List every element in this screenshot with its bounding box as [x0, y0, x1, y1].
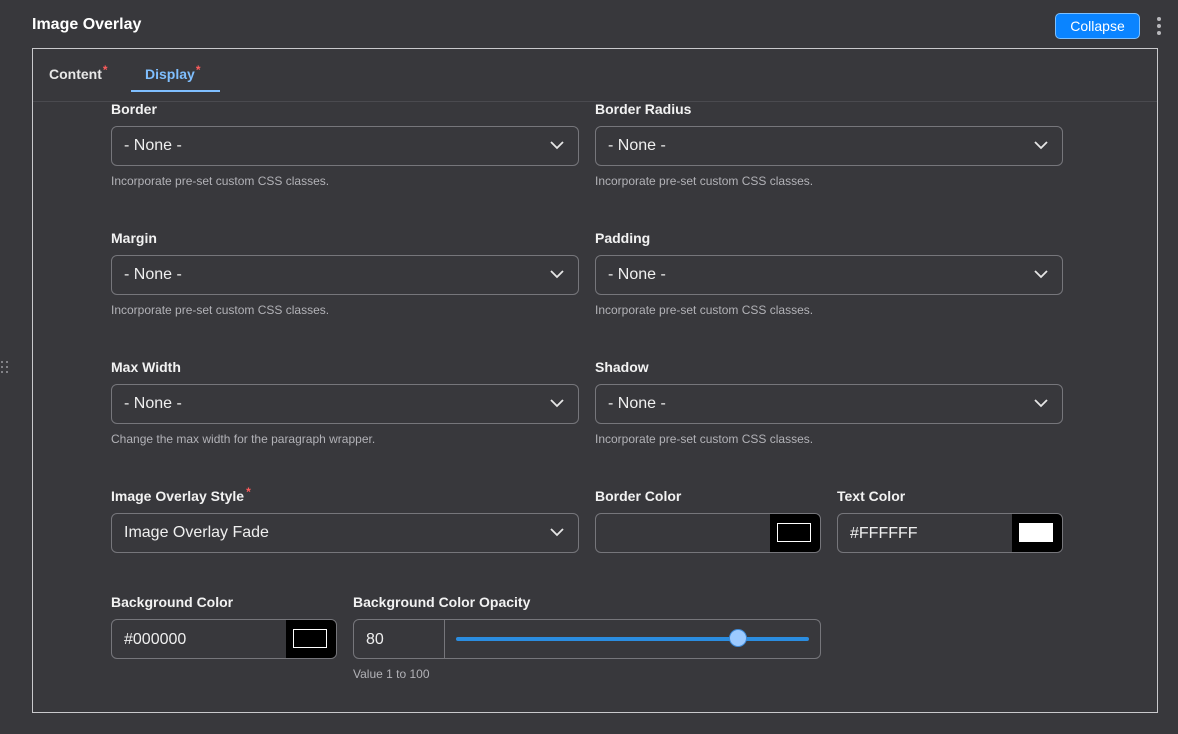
settings-panel: Content* Display* Border - None - Incorp…	[32, 48, 1158, 713]
text-color-swatch	[1019, 523, 1053, 542]
bg-opacity-help: Value 1 to 100	[353, 667, 430, 681]
chevron-down-icon	[1034, 141, 1048, 150]
overlay-style-label: Image Overlay Style *	[111, 485, 251, 504]
margin-help: Incorporate pre-set custom CSS classes.	[111, 303, 330, 317]
border-color-field[interactable]	[595, 513, 821, 553]
more-options-icon[interactable]	[1155, 17, 1163, 35]
chevron-down-icon	[1034, 399, 1048, 408]
border-color-label: Border Color	[595, 488, 682, 504]
border-color-swatch	[777, 523, 811, 542]
text-color-value[interactable]: #FFFFFF	[850, 525, 918, 543]
chevron-down-icon	[550, 270, 564, 279]
max-width-select[interactable]: - None -	[111, 384, 579, 424]
tab-display[interactable]: Display*	[145, 63, 200, 82]
border-color-swatch-button[interactable]	[770, 514, 820, 552]
tab-bar: Content* Display*	[33, 49, 1157, 102]
border-label: Border	[111, 101, 157, 117]
padding-label: Padding	[595, 230, 651, 246]
tab-content[interactable]: Content*	[49, 63, 108, 82]
padding-select[interactable]: - None -	[595, 255, 1063, 295]
padding-help: Incorporate pre-set custom CSS classes.	[595, 303, 814, 317]
background-color-swatch	[293, 629, 327, 648]
chevron-down-icon	[1034, 270, 1048, 279]
shadow-select[interactable]: - None -	[595, 384, 1063, 424]
border-help: Incorporate pre-set custom CSS classes.	[111, 174, 330, 188]
bg-opacity-control: 80	[353, 619, 821, 659]
chevron-down-icon	[550, 399, 564, 408]
shadow-help: Incorporate pre-set custom CSS classes.	[595, 432, 814, 446]
collapse-button[interactable]: Collapse	[1055, 13, 1140, 39]
text-color-field[interactable]: #FFFFFF	[837, 513, 1063, 553]
bg-opacity-slider-thumb[interactable]	[728, 629, 747, 647]
border-radius-label: Border Radius	[595, 101, 692, 117]
drag-handle-icon[interactable]	[0, 359, 10, 377]
text-color-label: Text Color	[837, 488, 906, 504]
bg-opacity-slider-track[interactable]	[456, 637, 809, 641]
bg-opacity-input[interactable]: 80	[354, 620, 445, 658]
chevron-down-icon	[550, 528, 564, 537]
active-tab-indicator	[131, 90, 220, 92]
border-radius-help: Incorporate pre-set custom CSS classes.	[595, 174, 814, 188]
overlay-style-select[interactable]: Image Overlay Fade	[111, 513, 579, 553]
background-color-field[interactable]: #000000	[111, 619, 337, 659]
chevron-down-icon	[550, 141, 564, 150]
text-color-swatch-button[interactable]	[1012, 514, 1062, 552]
background-color-swatch-button[interactable]	[286, 620, 336, 658]
max-width-help: Change the max width for the paragraph w…	[111, 432, 376, 446]
margin-label: Margin	[111, 230, 157, 246]
bg-opacity-label: Background Color Opacity	[353, 594, 531, 610]
panel-title: Image Overlay	[32, 16, 142, 33]
margin-select[interactable]: - None -	[111, 255, 579, 295]
max-width-label: Max Width	[111, 359, 181, 375]
border-select[interactable]: - None -	[111, 126, 579, 166]
shadow-label: Shadow	[595, 359, 649, 375]
background-color-value[interactable]: #000000	[124, 631, 186, 649]
border-radius-select[interactable]: - None -	[595, 126, 1063, 166]
background-color-label: Background Color	[111, 594, 234, 610]
